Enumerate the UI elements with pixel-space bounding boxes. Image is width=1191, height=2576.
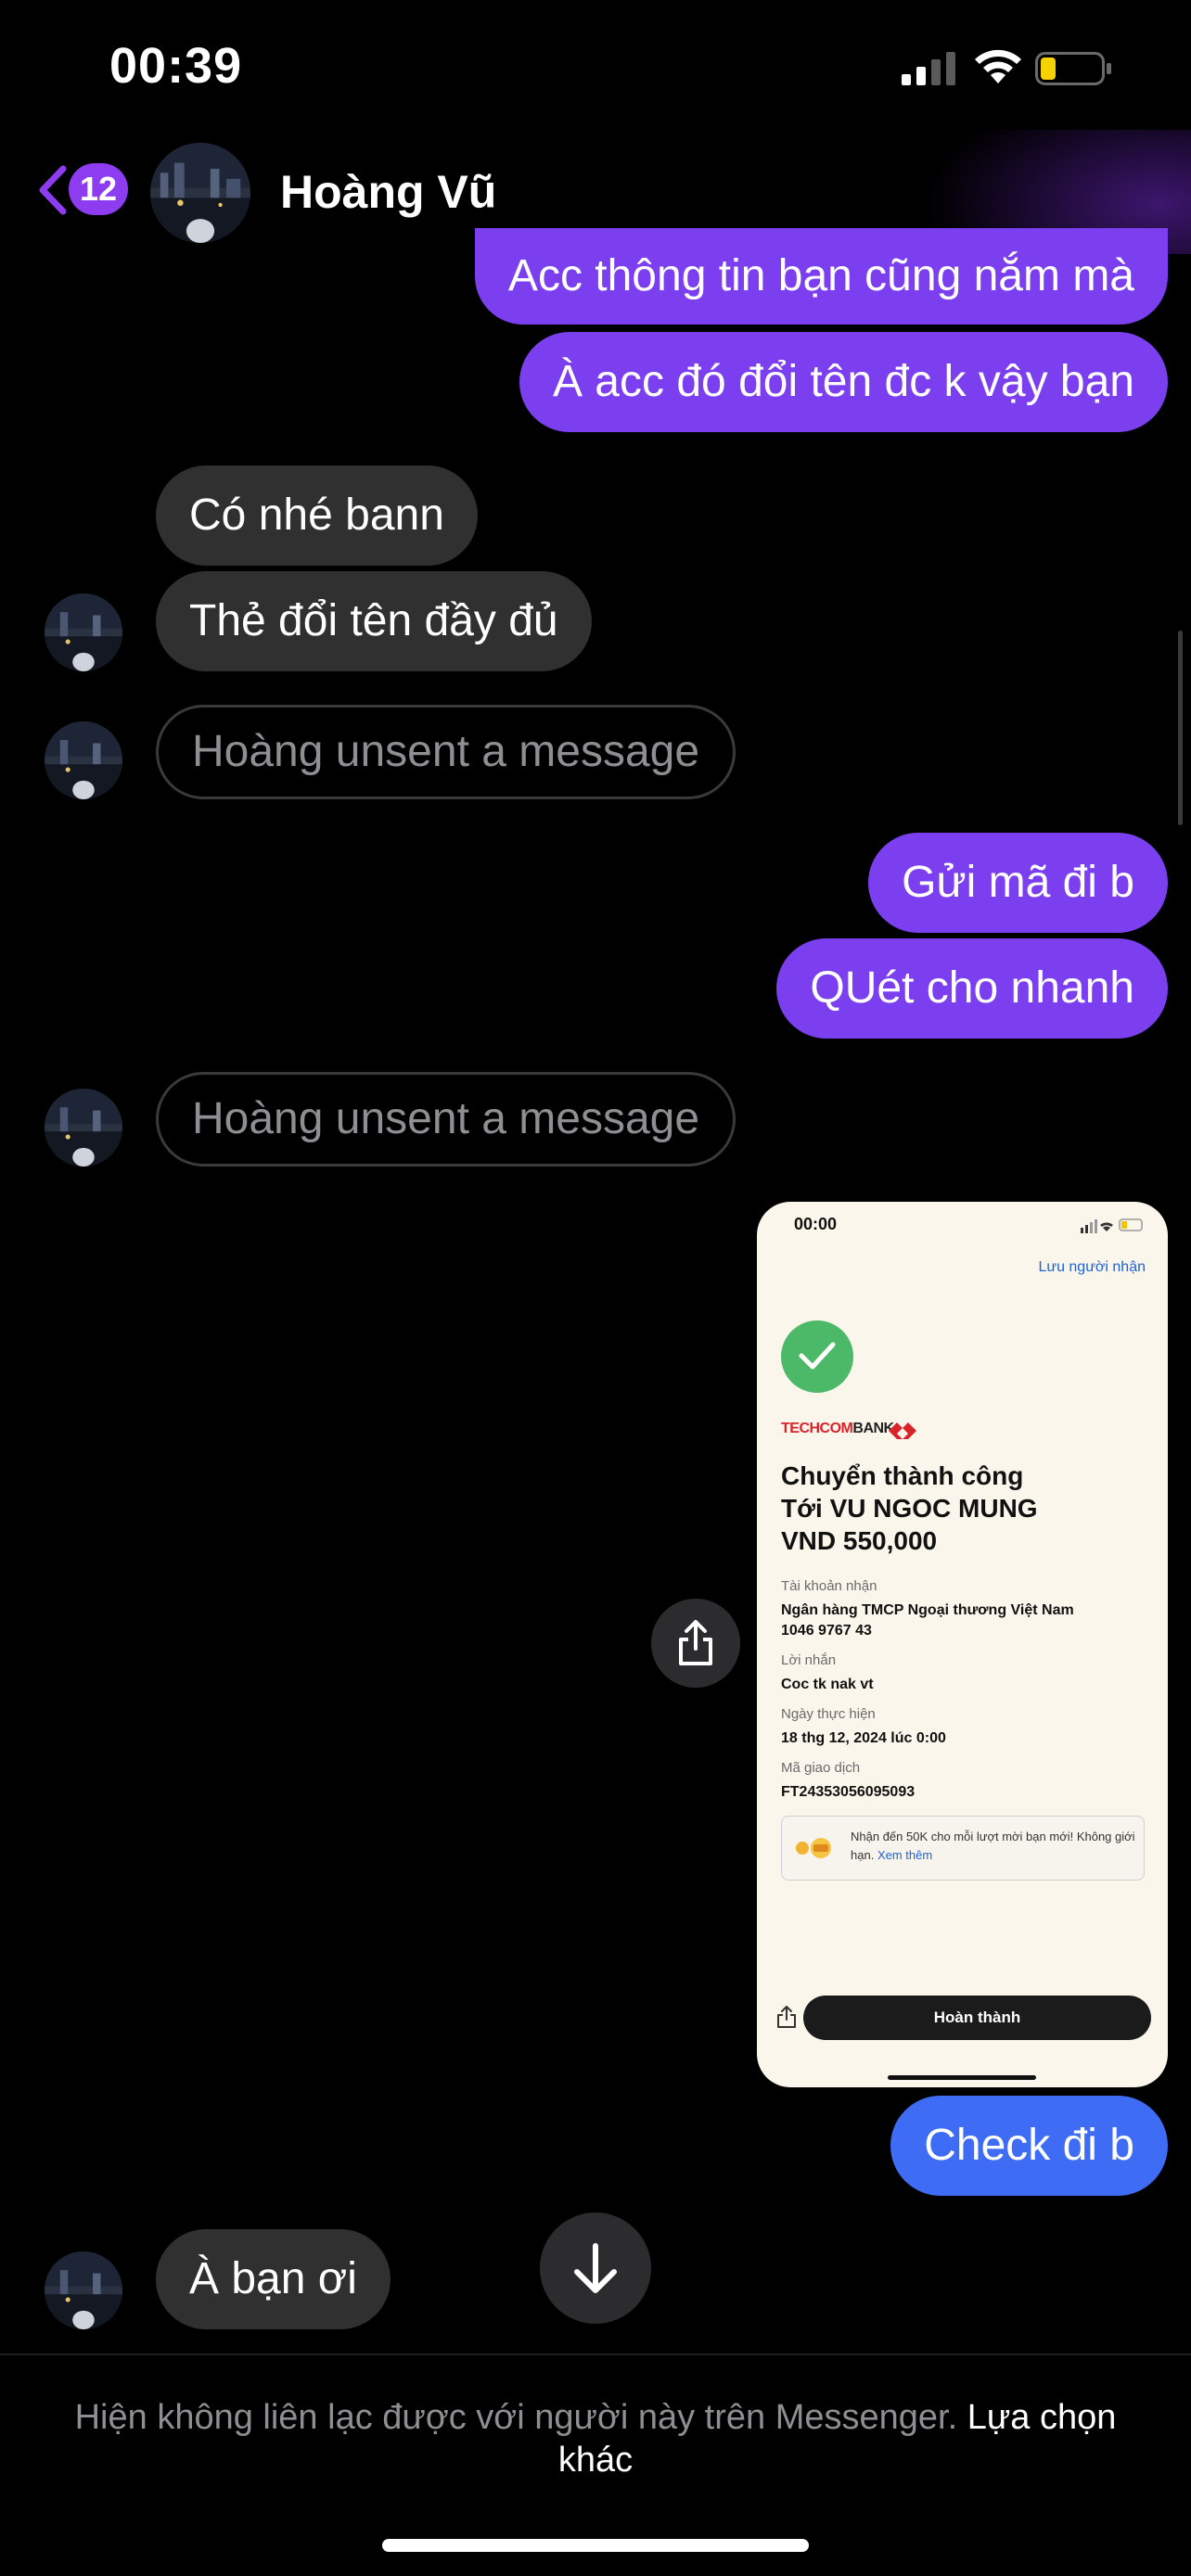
- bank-logo-red: TECHCOM: [781, 1421, 853, 1436]
- date-value: 18 thg 12, 2024 lúc 0:00: [781, 1730, 946, 1746]
- home-indicator[interactable]: [382, 2539, 809, 2552]
- incoming-message[interactable]: Có nhé bann: [156, 465, 478, 566]
- note-label: Lời nhắn: [781, 1652, 837, 1668]
- arrow-down-icon: [574, 2243, 617, 2293]
- avatar-photo: [45, 1089, 122, 1167]
- scrollbar[interactable]: [1178, 631, 1183, 825]
- share-icon: [679, 1620, 712, 1665]
- notice-text: Hiện không liên lạc được với người này t…: [74, 2398, 958, 2437]
- account-number: 1046 9767 43: [781, 1623, 872, 1639]
- success-badge: [781, 1320, 853, 1393]
- receipt-title-line: Chuyển thành công: [781, 1461, 1024, 1490]
- promo-text: Nhận đến 50K cho mỗi lượt mời bạn mới! K…: [851, 1828, 1138, 1865]
- receipt-status-time: 00:00: [794, 1215, 838, 1233]
- receipt-status-icons: [1081, 1218, 1143, 1233]
- avatar-photo: [45, 593, 122, 671]
- bank-logo-text: TECHCOMBANK: [781, 1421, 894, 1437]
- outgoing-message[interactable]: Check đi b: [890, 2096, 1168, 2196]
- incoming-message[interactable]: Thẻ đổi tên đầy đủ: [156, 571, 592, 671]
- outgoing-message[interactable]: QUét cho nhanh: [776, 938, 1168, 1039]
- battery-icon: [1035, 52, 1111, 85]
- status-bar: 00:39: [0, 0, 1191, 130]
- unsent-message-notice: Hoàng unsent a message: [156, 705, 736, 799]
- unread-count-badge: 12: [69, 163, 129, 215]
- contact-avatar[interactable]: [150, 143, 250, 243]
- receipt-title: Chuyển thành công Tới VU NGOC MUNG VND 5…: [781, 1460, 1038, 1557]
- promo-banner: Nhận đến 50K cho mỗi lượt mời bạn mới! K…: [781, 1816, 1145, 1881]
- back-button[interactable]: 12: [35, 159, 129, 219]
- note-value: Coc tk nak vt: [781, 1677, 874, 1692]
- sender-avatar[interactable]: [45, 2251, 122, 2329]
- receipt-recipient: Tới VU NGOC MUNG: [781, 1494, 1038, 1523]
- save-recipient-link[interactable]: Lưu người nhận: [1038, 1259, 1146, 1276]
- outgoing-message[interactable]: Gửi mã đi b: [868, 833, 1168, 933]
- sender-avatar[interactable]: [45, 593, 122, 671]
- unavailable-notice: Hiện không liên lạc được với người này t…: [56, 2396, 1135, 2481]
- bank-logo-icon: [889, 1422, 916, 1439]
- sender-avatar[interactable]: [45, 1089, 122, 1167]
- promo-coin-icon: [796, 1838, 831, 1858]
- transaction-id-label: Mã giao dịch: [781, 1760, 861, 1776]
- chevron-left-icon: [39, 165, 67, 215]
- promo-link[interactable]: Xem thêm: [877, 1848, 932, 1862]
- outgoing-message[interactable]: À acc đó đổi tên đc k vậy bạn: [519, 332, 1168, 432]
- receipt-amount: VND 550,000: [781, 1526, 938, 1555]
- done-button[interactable]: Hoàn thành: [803, 1996, 1151, 2040]
- wifi-icon: [975, 49, 1021, 83]
- date-label: Ngày thực hiện: [781, 1706, 876, 1722]
- transfer-receipt-image[interactable]: 00:00 Lưu người nhận TECHCOMBANK Chuyển …: [757, 1202, 1168, 2087]
- sender-avatar[interactable]: [45, 721, 122, 799]
- status-time: 00:39: [109, 38, 243, 94]
- receipt-home-indicator: [888, 2075, 1036, 2080]
- account-bank: Ngân hàng TMCP Ngoại thương Việt Nam: [781, 1602, 1074, 1618]
- avatar-photo: [45, 2251, 122, 2329]
- cellular-signal-icon: [902, 52, 955, 85]
- scroll-to-bottom-button[interactable]: [540, 2213, 651, 2324]
- unsent-message-notice: Hoàng unsent a message: [156, 1072, 736, 1167]
- share-button[interactable]: [651, 1599, 740, 1688]
- account-label: Tài khoản nhận: [781, 1578, 877, 1594]
- check-icon: [799, 1342, 836, 1370]
- incoming-message[interactable]: À bạn ơi: [156, 2229, 391, 2329]
- avatar-photo: [150, 143, 250, 243]
- outgoing-message[interactable]: Acc thông tin bạn cũng nắm mà: [474, 228, 1168, 325]
- receipt-share-icon[interactable]: [775, 2005, 798, 2029]
- avatar-photo: [45, 721, 122, 799]
- transaction-id-value: FT24353056095093: [781, 1784, 916, 1800]
- contact-name[interactable]: Hoàng Vũ: [280, 165, 496, 219]
